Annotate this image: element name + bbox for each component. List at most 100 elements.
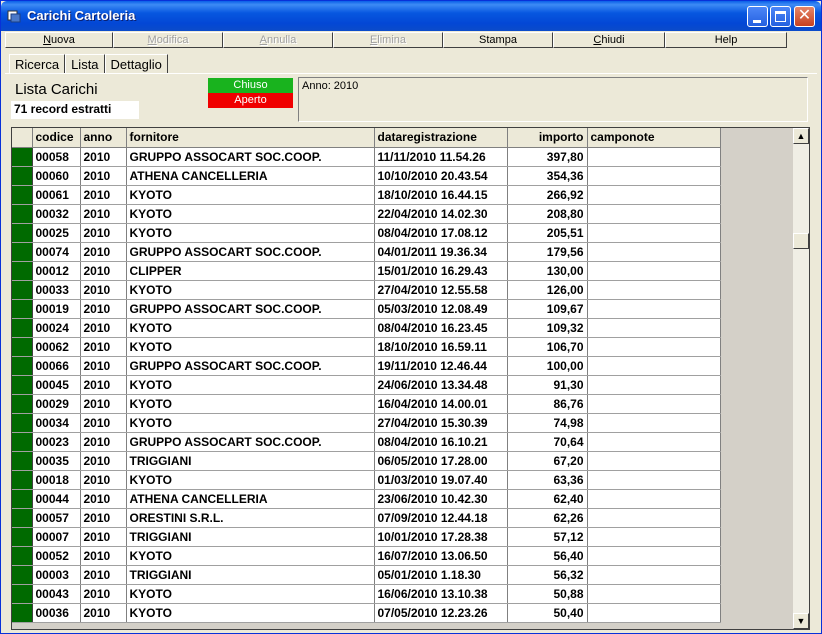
cell-dataregistrazione: 10/01/2010 17.28.38 [374,527,508,547]
scroll-down-icon[interactable]: ▼ [793,613,809,629]
legend-aperto: Aperto [208,93,293,108]
table-row[interactable]: 00023 2010 GRUPPO ASSOCART SOC.COOP. 08/04/… [12,432,721,452]
cell-codice: 00033 [32,280,81,300]
cell-importo: 70,64 [507,432,588,452]
menu-label: nnulla [266,34,297,46]
cell-fornitore: KYOTO [126,223,375,243]
records-grid[interactable]: codice anno fornitore dataregistrazione impo… [11,127,810,630]
menu-button-nuova[interactable]: Nuova [5,32,113,48]
cell-anno: 2010 [80,527,127,547]
menu-button-annulla[interactable]: Annulla [223,32,333,48]
menu-button-help[interactable]: Help [665,32,787,48]
column-header-importo[interactable]: importo [507,128,588,148]
table-row[interactable]: 00062 2010 KYOTO 18/10/2010 16.59.11 106,70 [12,337,721,357]
vertical-scrollbar[interactable]: ▲ ▼ [792,128,809,629]
cell-anno: 2010 [80,432,127,452]
menu-label: limina [377,34,407,46]
table-row[interactable]: 00074 2010 GRUPPO ASSOCART SOC.COOP. 04/01/… [12,242,721,262]
row-status-indicator [12,432,33,452]
menu-button-chiudi[interactable]: Chiudi [553,32,665,48]
table-row[interactable]: 00003 2010 TRIGGIANI 05/01/2010 1.18.30 56,3… [12,565,721,585]
cell-camponote [587,280,721,300]
cell-importo: 266,92 [507,185,588,205]
cell-dataregistrazione: 27/04/2010 15.30.39 [374,413,508,433]
cell-importo: 91,30 [507,375,588,395]
cell-importo: 397,80 [507,147,588,167]
table-row[interactable]: 00043 2010 KYOTO 16/06/2010 13.10.38 50,88 [12,584,721,604]
cell-dataregistrazione: 16/06/2010 13.10.38 [374,584,508,604]
cell-dataregistrazione: 23/06/2010 10.42.30 [374,489,508,509]
cell-camponote [587,565,721,585]
cell-anno: 2010 [80,261,127,281]
cell-dataregistrazione: 08/04/2010 16.10.21 [374,432,508,452]
cell-codice: 00061 [32,185,81,205]
table-row[interactable]: 00066 2010 GRUPPO ASSOCART SOC.COOP. 19/11/… [12,356,721,376]
menu-label: Help [714,34,738,46]
cell-codice: 00034 [32,413,81,433]
table-row[interactable]: 00036 2010 KYOTO 07/05/2010 12.23.26 50,40 [12,603,721,623]
cell-anno: 2010 [80,508,127,528]
table-row[interactable]: 00045 2010 KYOTO 24/06/2010 13.34.48 91,30 [12,375,721,395]
menu-button-modifica[interactable]: Modifica [113,32,223,48]
cell-anno: 2010 [80,413,127,433]
table-row[interactable]: 00019 2010 GRUPPO ASSOCART SOC.COOP. 05/03/… [12,299,721,319]
cell-importo: 56,40 [507,546,588,566]
menu-button-elimina[interactable]: Elimina [333,32,443,48]
cell-camponote [587,356,721,376]
minimize-button[interactable] [747,6,768,27]
cell-dataregistrazione: 15/01/2010 16.29.43 [374,261,508,281]
title-bar[interactable]: Carichi Cartoleria ✕ [1,1,821,31]
table-row[interactable]: 00012 2010 CLIPPER 15/01/2010 16.29.43 130,0… [12,261,721,281]
table-row[interactable]: 00035 2010 TRIGGIANI 06/05/2010 17.28.00 67,… [12,451,721,471]
cell-codice: 00024 [32,318,81,338]
table-row[interactable]: 00052 2010 KYOTO 16/07/2010 13.06.50 56,40 [12,546,721,566]
scroll-up-icon[interactable]: ▲ [793,128,809,144]
cell-anno: 2010 [80,242,127,262]
cell-fornitore: ATHENA CANCELLERIA [126,489,375,509]
row-status-indicator [12,584,33,604]
table-row[interactable]: 00058 2010 GRUPPO ASSOCART SOC.COOP. 11/11/… [12,147,721,167]
row-status-indicator [12,451,33,471]
menu-label: Stampa [479,34,517,46]
cell-dataregistrazione: 07/09/2010 12.44.18 [374,508,508,528]
table-row[interactable]: 00044 2010 ATHENA CANCELLERIA 23/06/2010 10… [12,489,721,509]
column-header-fornitore[interactable]: fornitore [126,128,375,148]
table-row[interactable]: 00029 2010 KYOTO 16/04/2010 14.00.01 86,76 [12,394,721,414]
cell-importo: 109,67 [507,299,588,319]
table-row[interactable]: 00024 2010 KYOTO 08/04/2010 16.23.45 109,32 [12,318,721,338]
cell-anno: 2010 [80,356,127,376]
column-header-camponote[interactable]: camponote [587,128,721,148]
close-button[interactable]: ✕ [794,6,815,27]
table-row[interactable]: 00033 2010 KYOTO 27/04/2010 12.55.58 126,00 [12,280,721,300]
table-row[interactable]: 00034 2010 KYOTO 27/04/2010 15.30.39 74,98 [12,413,721,433]
filter-info-box: Anno: 2010 [298,77,808,122]
tab-dettaglio[interactable]: Dettaglio [104,54,168,73]
table-row[interactable]: 00018 2010 KYOTO 01/03/2010 19.07.40 63,36 [12,470,721,490]
cell-dataregistrazione: 08/04/2010 16.23.45 [374,318,508,338]
cell-codice: 00066 [32,356,81,376]
tab-lista[interactable]: Lista [65,54,105,73]
table-row[interactable]: 00032 2010 KYOTO 22/04/2010 14.02.30 208,80 [12,204,721,224]
table-row[interactable]: 00057 2010 ORESTINI S.R.L. 07/09/2010 12.44… [12,508,721,528]
table-row[interactable]: 00061 2010 KYOTO 18/10/2010 16.44.15 266,92 [12,185,721,205]
column-header-codice[interactable]: codice [32,128,81,148]
row-status-indicator [12,166,33,186]
column-header-anno[interactable]: anno [80,128,127,148]
cell-anno: 2010 [80,280,127,300]
cell-camponote [587,261,721,281]
tab-strip: Ricerca Lista Dettaglio [9,54,168,73]
tab-ricerca[interactable]: Ricerca [9,54,66,73]
menu-button-stampa[interactable]: Stampa [443,32,553,48]
column-header-dataregistrazione[interactable]: dataregistrazione [374,128,508,148]
close-icon: ✕ [797,7,812,24]
row-status-indicator [12,508,33,528]
cell-fornitore: ORESTINI S.R.L. [126,508,375,528]
table-row[interactable]: 00025 2010 KYOTO 08/04/2010 17.08.12 205,51 [12,223,721,243]
table-row[interactable]: 00007 2010 TRIGGIANI 10/01/2010 17.28.38 57,… [12,527,721,547]
scroll-thumb[interactable] [793,233,809,249]
maximize-button[interactable] [770,6,791,27]
table-row[interactable]: 00060 2010 ATHENA CANCELLERIA 10/10/2010 20… [12,166,721,186]
menu-accelerator: N [43,34,52,46]
cell-camponote [587,166,721,186]
cell-anno: 2010 [80,394,127,414]
